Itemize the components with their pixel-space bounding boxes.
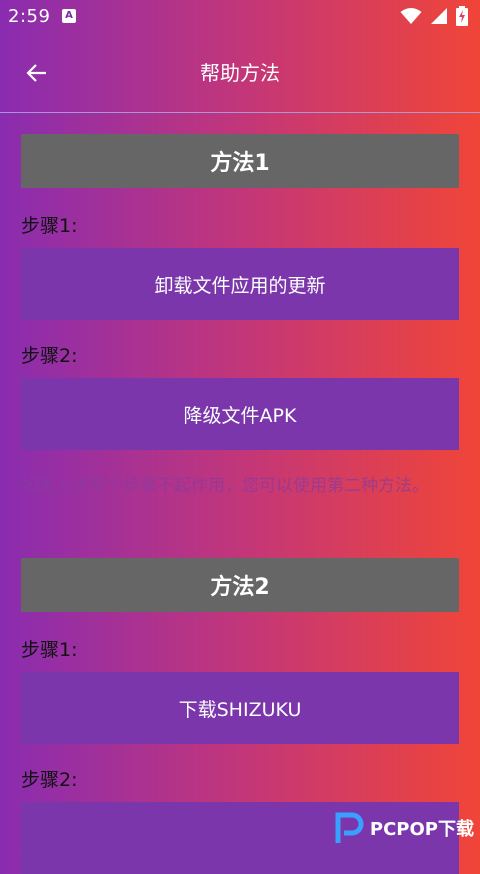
- wifi-icon: [400, 8, 422, 24]
- method1-header: 方法1: [21, 134, 459, 188]
- uninstall-updates-button[interactable]: 卸载文件应用的更新: [21, 248, 459, 320]
- battery-charging-icon: [456, 6, 468, 26]
- method1-step2-label: 步骤2:: [21, 345, 78, 367]
- status-bar: 2:59 A: [0, 0, 480, 34]
- method1-note: 如果上述两个步骤不起作用，您可以使用第二种方法。: [21, 476, 429, 496]
- status-icons: [400, 6, 468, 26]
- app-bar: 帮助方法: [0, 34, 480, 112]
- downgrade-apk-button[interactable]: 降级文件APK: [21, 378, 459, 450]
- method1-step1-label: 步骤1:: [21, 215, 78, 237]
- method2-step1-label: 步骤1:: [21, 639, 78, 661]
- download-shizuku-button[interactable]: 下载SHIZUKU: [21, 672, 459, 744]
- watermark: PCPOP下载: [334, 811, 474, 845]
- status-time: 2:59: [8, 6, 51, 27]
- pcpop-logo-icon: [335, 812, 364, 843]
- method2-step2-label: 步骤2:: [21, 769, 78, 791]
- method2-header: 方法2: [21, 558, 459, 612]
- signal-icon: [431, 8, 447, 24]
- help-content: 方法1 步骤1: 卸载文件应用的更新 步骤2: 降级文件APK 如果上述两个步骤…: [21, 134, 459, 874]
- page-title: 帮助方法: [200, 61, 280, 85]
- watermark-text: PCPOP下载: [369, 819, 474, 840]
- app-bar-divider: [0, 112, 480, 113]
- notification-a-icon: A: [62, 9, 76, 23]
